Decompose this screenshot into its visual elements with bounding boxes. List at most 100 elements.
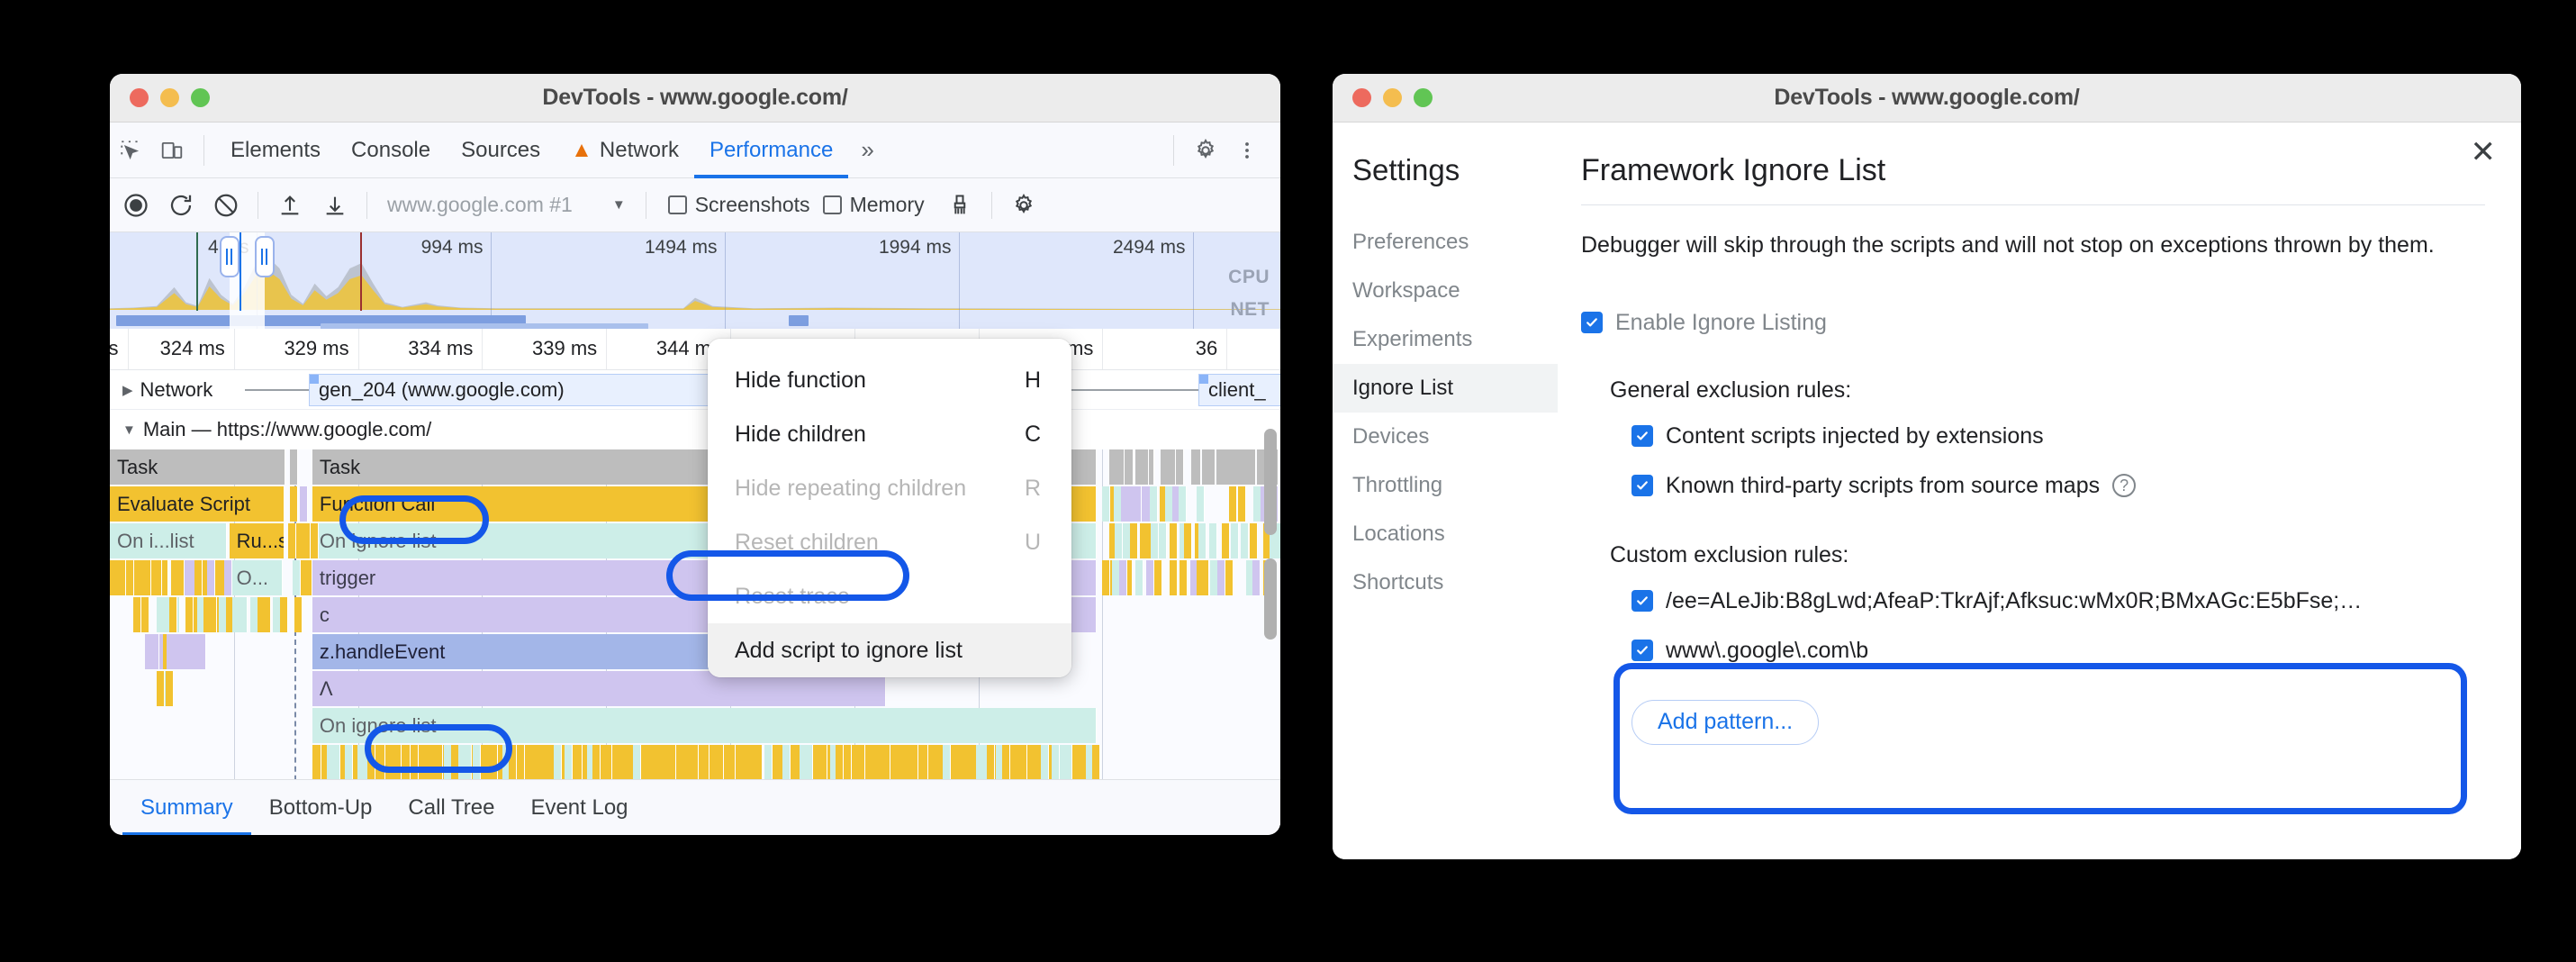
- flame-bar-micro[interactable]: [691, 745, 699, 780]
- third-party-scripts-checkbox[interactable]: Known third-party scripts from source ma…: [1610, 473, 2485, 499]
- flame-bar-micro[interactable]: [882, 745, 890, 780]
- flame-bar-micro[interactable]: [141, 597, 149, 632]
- flame-bar-micro[interactable]: [633, 745, 641, 780]
- flame-bar-micro[interactable]: [209, 597, 217, 632]
- flame-bar-micro[interactable]: [194, 560, 203, 595]
- chevron-down-icon-main[interactable]: ▼: [122, 422, 136, 438]
- flame-bar-micro[interactable]: [574, 745, 583, 780]
- flame-bar-micro[interactable]: [1198, 523, 1207, 558]
- tab-sources[interactable]: Sources: [446, 123, 556, 178]
- help-icon[interactable]: ?: [2112, 474, 2136, 497]
- flame-bar-micro[interactable]: [1041, 745, 1049, 780]
- flame-bar-micro[interactable]: [143, 560, 151, 595]
- sidebar-item-devices[interactable]: Devices: [1333, 413, 1558, 461]
- flame-bar-micro[interactable]: [836, 745, 844, 780]
- flame-bar-micro[interactable]: [118, 560, 126, 595]
- tab-call-tree[interactable]: Call Tree: [390, 780, 512, 836]
- flame-bar-micro[interactable]: [166, 671, 174, 706]
- tab-bottom-up[interactable]: Bottom-Up: [251, 780, 391, 836]
- custom-rule-1-checkbox[interactable]: /ee=ALeJib:B8gLwd;AfeaP:TkrAjf;Afksuc:wM…: [1610, 588, 2485, 614]
- flame-context-menu[interactable]: Hide functionHHide childrenCHide repeati…: [708, 339, 1071, 677]
- flame-bar-micro[interactable]: [176, 560, 185, 595]
- track-main[interactable]: ▼ Main — https://www.google.com/: [110, 410, 1280, 449]
- flame-bar-micro[interactable]: [1170, 560, 1178, 595]
- flame-bar-micro[interactable]: [1052, 745, 1060, 780]
- flame-bar-micro[interactable]: [1179, 486, 1187, 522]
- flame-bar-micro[interactable]: [1252, 560, 1261, 595]
- enable-ignore-listing-checkbox[interactable]: Enable Ignore Listing: [1581, 310, 2485, 336]
- flame-bar-micro[interactable]: [435, 745, 443, 780]
- flame-bar-micro[interactable]: [1116, 449, 1125, 485]
- reload-and-record-icon[interactable]: [158, 183, 203, 228]
- flame-bar-micro[interactable]: [1248, 449, 1256, 485]
- flame-bar-micro[interactable]: [604, 745, 612, 780]
- flame-bar-micro[interactable]: [304, 560, 312, 595]
- flame-bar-micro[interactable]: [303, 523, 311, 558]
- flame-bar-on-i-list[interactable]: On i...list: [110, 523, 227, 558]
- custom-rule-2-checkbox[interactable]: www\.google\.com\b: [1610, 638, 2485, 664]
- screenshots-checkbox[interactable]: Screenshots: [668, 193, 810, 217]
- flame-bar[interactable]: [290, 486, 298, 522]
- inspect-element-icon[interactable]: [110, 130, 151, 171]
- flame-bar-micro[interactable]: [1241, 523, 1249, 558]
- flame-bar-micro[interactable]: [592, 745, 601, 780]
- flame-bar-task[interactable]: Task: [110, 449, 285, 485]
- tab-performance[interactable]: Performance: [694, 123, 848, 178]
- sidebar-item-shortcuts[interactable]: Shortcuts: [1333, 558, 1558, 607]
- flame-bar-micro[interactable]: [701, 745, 710, 780]
- flame-bar-micro[interactable]: [1180, 560, 1188, 595]
- flame-bar-micro[interactable]: [169, 597, 177, 632]
- flame-bar-micro[interactable]: [345, 745, 353, 780]
- flame-bar[interactable]: [300, 486, 308, 522]
- flame-bar-o[interactable]: O...: [230, 560, 284, 595]
- capture-settings-gear-icon[interactable]: [1001, 183, 1046, 228]
- tab-network[interactable]: ▲ Network: [556, 123, 694, 178]
- flame-bar-micro[interactable]: [1231, 523, 1239, 558]
- flame-bar-evaluate-script[interactable]: Evaluate Script: [110, 486, 285, 522]
- flame-scrollbar[interactable]: [1264, 423, 1277, 784]
- record-icon[interactable]: [113, 183, 158, 228]
- flame-bar-micro[interactable]: [313, 745, 321, 780]
- flame-scrollbar-thumb[interactable]: [1264, 429, 1277, 535]
- flame-bar-micro[interactable]: [1102, 486, 1110, 522]
- flame-bar-micro[interactable]: [367, 745, 375, 780]
- sidebar-item-workspace[interactable]: Workspace: [1333, 267, 1558, 315]
- flame-bar-micro[interactable]: [1159, 523, 1167, 558]
- flame-bar-micro[interactable]: [224, 560, 232, 595]
- flame-bar-micro[interactable]: [154, 560, 162, 595]
- tab-summary[interactable]: Summary: [122, 780, 251, 836]
- flame-bar-micro[interactable]: [1222, 523, 1230, 558]
- timeline-overview[interactable]: 4 ms994 ms1494 ms1994 ms2494 ms CPU NET: [110, 232, 1280, 329]
- flame-bar-ru-s[interactable]: Ru...s: [230, 523, 285, 558]
- flame-scrollbar-thumb-2[interactable]: [1264, 558, 1277, 640]
- context-menu-item-add-script-to-ignore-list[interactable]: Add script to ignore list: [708, 623, 1071, 677]
- flame-bar-micro[interactable]: [280, 597, 288, 632]
- memory-checkbox[interactable]: Memory: [823, 193, 925, 217]
- flame-bar-micro[interactable]: [393, 745, 402, 780]
- network-request-client[interactable]: client_: [1198, 374, 1280, 406]
- flame-bar-micro[interactable]: [377, 745, 385, 780]
- clear-icon[interactable]: [203, 183, 249, 228]
- more-options-icon[interactable]: [1226, 130, 1268, 171]
- flame-bar[interactable]: [1140, 523, 1152, 558]
- sidebar-item-preferences[interactable]: Preferences: [1333, 218, 1558, 267]
- flame-bar-micro[interactable]: [1229, 486, 1237, 522]
- overview-selection-handle-right[interactable]: [255, 236, 275, 277]
- flame-bar-micro[interactable]: [464, 745, 472, 780]
- flame-bar-micro[interactable]: [1197, 486, 1205, 522]
- flame-bar-micro[interactable]: [1207, 449, 1216, 485]
- flame-bar-micro[interactable]: [1102, 560, 1110, 595]
- flame-bar-micro[interactable]: [133, 597, 141, 632]
- flame-bar-micro[interactable]: [126, 560, 134, 595]
- flame-bar-micro[interactable]: [728, 745, 736, 780]
- flame-bar-micro[interactable]: [411, 745, 419, 780]
- flame-bar-micro[interactable]: [668, 745, 676, 780]
- flame-bar-micro[interactable]: [263, 597, 271, 632]
- tab-event-log[interactable]: Event Log: [512, 780, 646, 836]
- flame-bar-micro[interactable]: [1170, 523, 1178, 558]
- flame-bar-micro[interactable]: [151, 634, 159, 669]
- sidebar-item-ignore-list[interactable]: Ignore List: [1333, 364, 1558, 413]
- flame-bar-micro[interactable]: [1250, 523, 1258, 558]
- chevron-right-icon[interactable]: ▶: [122, 382, 133, 398]
- export-profile-icon[interactable]: [312, 183, 357, 228]
